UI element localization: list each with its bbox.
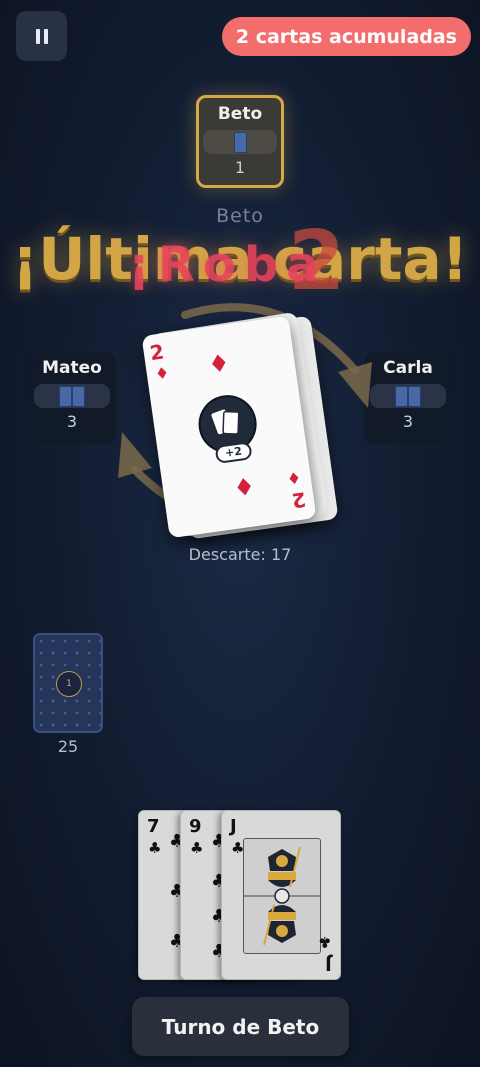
- diamond-suit-icon: ♦: [206, 348, 232, 380]
- card-rank: 9: [189, 816, 202, 837]
- effect-badge: +2: [214, 441, 253, 465]
- opponent-name: Beto: [217, 104, 263, 124]
- opponent-top-panel: Beto 1: [196, 95, 284, 188]
- pause-icon: [35, 28, 40, 44]
- card-rank: 7: [147, 816, 160, 837]
- discard-top-card[interactable]: 2 ♦ ♦ +2 ♦ ♦ 2: [141, 315, 317, 539]
- mini-card-icon: [72, 385, 85, 407]
- deck-emblem-icon: 1: [56, 671, 82, 697]
- pending-draw-badge: 2 cartas acumuladas: [221, 17, 471, 56]
- draw-pile[interactable]: 1: [33, 633, 103, 733]
- draw-pile-count: 25: [57, 737, 79, 756]
- club-suit-icon: ♣: [317, 933, 331, 951]
- mini-card-icon: [408, 385, 421, 407]
- club-suit-icon: ♣: [190, 839, 204, 857]
- opponent-hand-bar: [34, 384, 110, 408]
- floating-player-name: Beto: [216, 205, 264, 227]
- card-rank: 2: [290, 487, 308, 513]
- club-suit-icon: ♣: [148, 839, 162, 857]
- jack-face-icon: [243, 838, 321, 954]
- diamond-suit-icon: ♦: [153, 362, 171, 384]
- turn-indicator-button[interactable]: Turno de Beto: [132, 997, 349, 1056]
- pause-button[interactable]: [16, 11, 67, 61]
- opponent-card-count: 1: [234, 158, 246, 177]
- mini-card-icon: [233, 131, 247, 153]
- hand-card[interactable]: J ♣ ♣ J: [221, 810, 341, 980]
- card-rank: J: [325, 953, 332, 974]
- draw-announcement: ¡Roba: [128, 237, 327, 293]
- card-rank: 2: [148, 339, 166, 366]
- opponent-hand-bar: [203, 130, 277, 154]
- discard-count-label: Descarte: 17: [188, 545, 292, 564]
- card-rank: J: [230, 816, 237, 837]
- mini-card-icon: [395, 385, 408, 407]
- mini-card-icon: [59, 385, 72, 407]
- diamond-suit-icon: ♦: [231, 472, 257, 503]
- diamond-suit-icon: ♦: [285, 467, 302, 489]
